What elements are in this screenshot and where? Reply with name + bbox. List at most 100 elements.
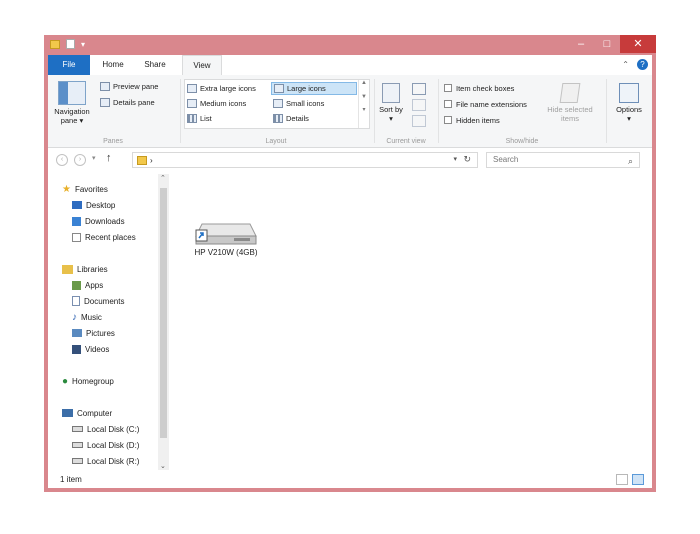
layout-details[interactable]: Details bbox=[273, 112, 355, 125]
file-name-extensions-checkbox[interactable] bbox=[444, 100, 452, 108]
address-dropdown-icon[interactable]: ▾ bbox=[453, 155, 457, 163]
ribbon-separator bbox=[374, 79, 375, 143]
large-icons-icon bbox=[274, 84, 284, 93]
disk-icon bbox=[72, 426, 83, 432]
tab-file[interactable]: File bbox=[48, 55, 90, 75]
disk-icon bbox=[72, 442, 83, 448]
scroll-down-icon[interactable]: ▼ bbox=[359, 94, 369, 100]
nav-local-disk-r[interactable]: Local Disk (R:) bbox=[72, 454, 139, 468]
nav-videos[interactable]: Videos bbox=[72, 342, 109, 356]
details-icon bbox=[273, 114, 283, 123]
layout-small-icons[interactable]: Small icons bbox=[273, 97, 355, 110]
nav-homegroup-label: Homegroup bbox=[72, 376, 114, 386]
close-button[interactable]: ✕ bbox=[620, 35, 656, 53]
item-check-boxes-toggle[interactable]: Item check boxes bbox=[444, 82, 514, 94]
group-by-icon[interactable] bbox=[412, 83, 426, 95]
item-check-boxes-label: Item check boxes bbox=[456, 83, 515, 93]
nav-local-disk-d[interactable]: Local Disk (D:) bbox=[72, 438, 139, 452]
navigation-pane-icon bbox=[58, 81, 86, 105]
size-columns-icon[interactable] bbox=[412, 115, 426, 127]
navigation-scrollbar[interactable]: ⌃ ⌄ bbox=[158, 174, 169, 470]
nav-homegroup[interactable]: ● Homegroup bbox=[62, 374, 114, 388]
scroll-up-icon[interactable]: ▲ bbox=[359, 80, 369, 86]
homegroup-icon: ● bbox=[62, 375, 69, 387]
hidden-items-checkbox[interactable] bbox=[444, 116, 452, 124]
documents-icon bbox=[72, 296, 80, 306]
add-columns-icon[interactable] bbox=[412, 99, 426, 111]
nav-computer-label: Computer bbox=[77, 408, 113, 418]
quick-access-toolbar: ▾ bbox=[50, 39, 85, 49]
item-check-boxes-checkbox[interactable] bbox=[444, 84, 452, 92]
drive-icon bbox=[194, 216, 258, 246]
preview-pane-label: Preview pane bbox=[113, 81, 159, 91]
show-hide-group-label: Show/hide bbox=[505, 138, 539, 145]
tab-view[interactable]: View bbox=[182, 55, 222, 75]
drive-label: HP V210W (4GB) bbox=[194, 248, 258, 257]
hidden-items-label: Hidden items bbox=[456, 115, 500, 125]
large-icons-view-button[interactable] bbox=[632, 474, 644, 485]
tab-share[interactable]: Share bbox=[138, 55, 172, 75]
nav-pictures[interactable]: Pictures bbox=[72, 326, 115, 340]
tab-home[interactable]: Home bbox=[94, 55, 132, 75]
properties-icon[interactable] bbox=[66, 39, 75, 49]
window-content: File Home Share View ⌃ ? Navigation pane… bbox=[48, 55, 652, 488]
nav-favorites-label: Favorites bbox=[74, 184, 108, 194]
expand-gallery-icon[interactable]: ▾ bbox=[359, 106, 369, 113]
search-input[interactable]: Search ⌕ bbox=[486, 152, 640, 168]
current-view-group-label: Current view bbox=[386, 138, 426, 145]
layout-extra-large-icons[interactable]: Extra large icons bbox=[187, 82, 269, 95]
collapse-ribbon-icon[interactable]: ⌃ bbox=[622, 60, 629, 69]
options-button[interactable]: Options ▾ bbox=[610, 83, 648, 123]
details-view-button[interactable] bbox=[616, 474, 628, 485]
recent-locations-icon[interactable]: ▾ bbox=[92, 154, 96, 162]
refresh-icon[interactable]: ↻ bbox=[463, 154, 471, 165]
search-icon[interactable]: ⌕ bbox=[628, 154, 633, 168]
nav-apps[interactable]: Apps bbox=[72, 278, 103, 292]
libraries-icon bbox=[62, 264, 73, 274]
forward-button[interactable]: › bbox=[74, 154, 86, 166]
navigation-scroll-thumb[interactable] bbox=[160, 188, 167, 438]
nav-music[interactable]: ♪ Music bbox=[72, 310, 102, 324]
nav-libraries-label: Libraries bbox=[77, 264, 108, 274]
navigation-pane-button[interactable]: Navigation pane ▾ bbox=[52, 81, 92, 125]
scroll-down-icon[interactable]: ⌄ bbox=[160, 462, 166, 470]
nav-computer[interactable]: Computer bbox=[62, 406, 112, 420]
nav-recent-places[interactable]: Recent places bbox=[72, 230, 136, 244]
nav-favorites[interactable]: ★ Favorites bbox=[62, 182, 108, 196]
qat-dropdown-icon[interactable]: ▾ bbox=[81, 40, 85, 49]
minimize-button[interactable]: ‒ bbox=[568, 35, 594, 53]
layout-gallery-scroll[interactable]: ▲ ▼ ▾ bbox=[358, 80, 369, 128]
layout-list[interactable]: List bbox=[187, 112, 269, 125]
nav-local-disk-c[interactable]: Local Disk (C:) bbox=[72, 422, 139, 436]
list-icon bbox=[187, 114, 197, 123]
up-arrow-icon[interactable]: ↑ bbox=[106, 152, 112, 164]
layout-large-icons[interactable]: Large icons bbox=[271, 82, 357, 95]
hidden-items-toggle[interactable]: Hidden items bbox=[444, 114, 500, 126]
hide-selected-items-button[interactable]: Hide selected items bbox=[544, 83, 596, 123]
help-icon[interactable]: ? bbox=[637, 59, 648, 70]
nav-documents[interactable]: Documents bbox=[72, 294, 124, 308]
details-pane-icon bbox=[100, 97, 110, 107]
address-field[interactable]: › ▾ ↻ bbox=[132, 152, 478, 168]
back-button[interactable]: ‹ bbox=[56, 154, 68, 166]
scroll-up-icon[interactable]: ⌃ bbox=[160, 174, 166, 182]
nav-desktop[interactable]: Desktop bbox=[72, 198, 115, 212]
title-bar: ▾ ‒ □ ✕ bbox=[44, 35, 656, 55]
details-pane-button[interactable]: Details pane bbox=[100, 96, 155, 108]
nav-videos-label: Videos bbox=[85, 344, 110, 354]
nav-downloads[interactable]: Downloads bbox=[72, 214, 125, 228]
preview-pane-button[interactable]: Preview pane bbox=[100, 80, 158, 92]
drive-item[interactable]: HP V210W (4GB) bbox=[186, 216, 266, 257]
layout-medium-icons[interactable]: Medium icons bbox=[187, 97, 269, 110]
sort-by-label: Sort by bbox=[379, 105, 403, 114]
computer-icon bbox=[62, 409, 73, 417]
sort-by-button[interactable]: Sort by ▾ bbox=[378, 83, 404, 123]
details-pane-label: Details pane bbox=[113, 97, 155, 107]
file-name-extensions-toggle[interactable]: File name extensions bbox=[444, 98, 527, 110]
nav-libraries[interactable]: Libraries bbox=[62, 262, 108, 276]
list-label: List bbox=[200, 114, 212, 123]
maximize-button[interactable]: □ bbox=[594, 35, 620, 53]
panes-group-label: Panes bbox=[103, 138, 123, 145]
nav-disk-c-label: Local Disk (C:) bbox=[87, 424, 140, 434]
path-separator[interactable]: › bbox=[150, 156, 153, 165]
